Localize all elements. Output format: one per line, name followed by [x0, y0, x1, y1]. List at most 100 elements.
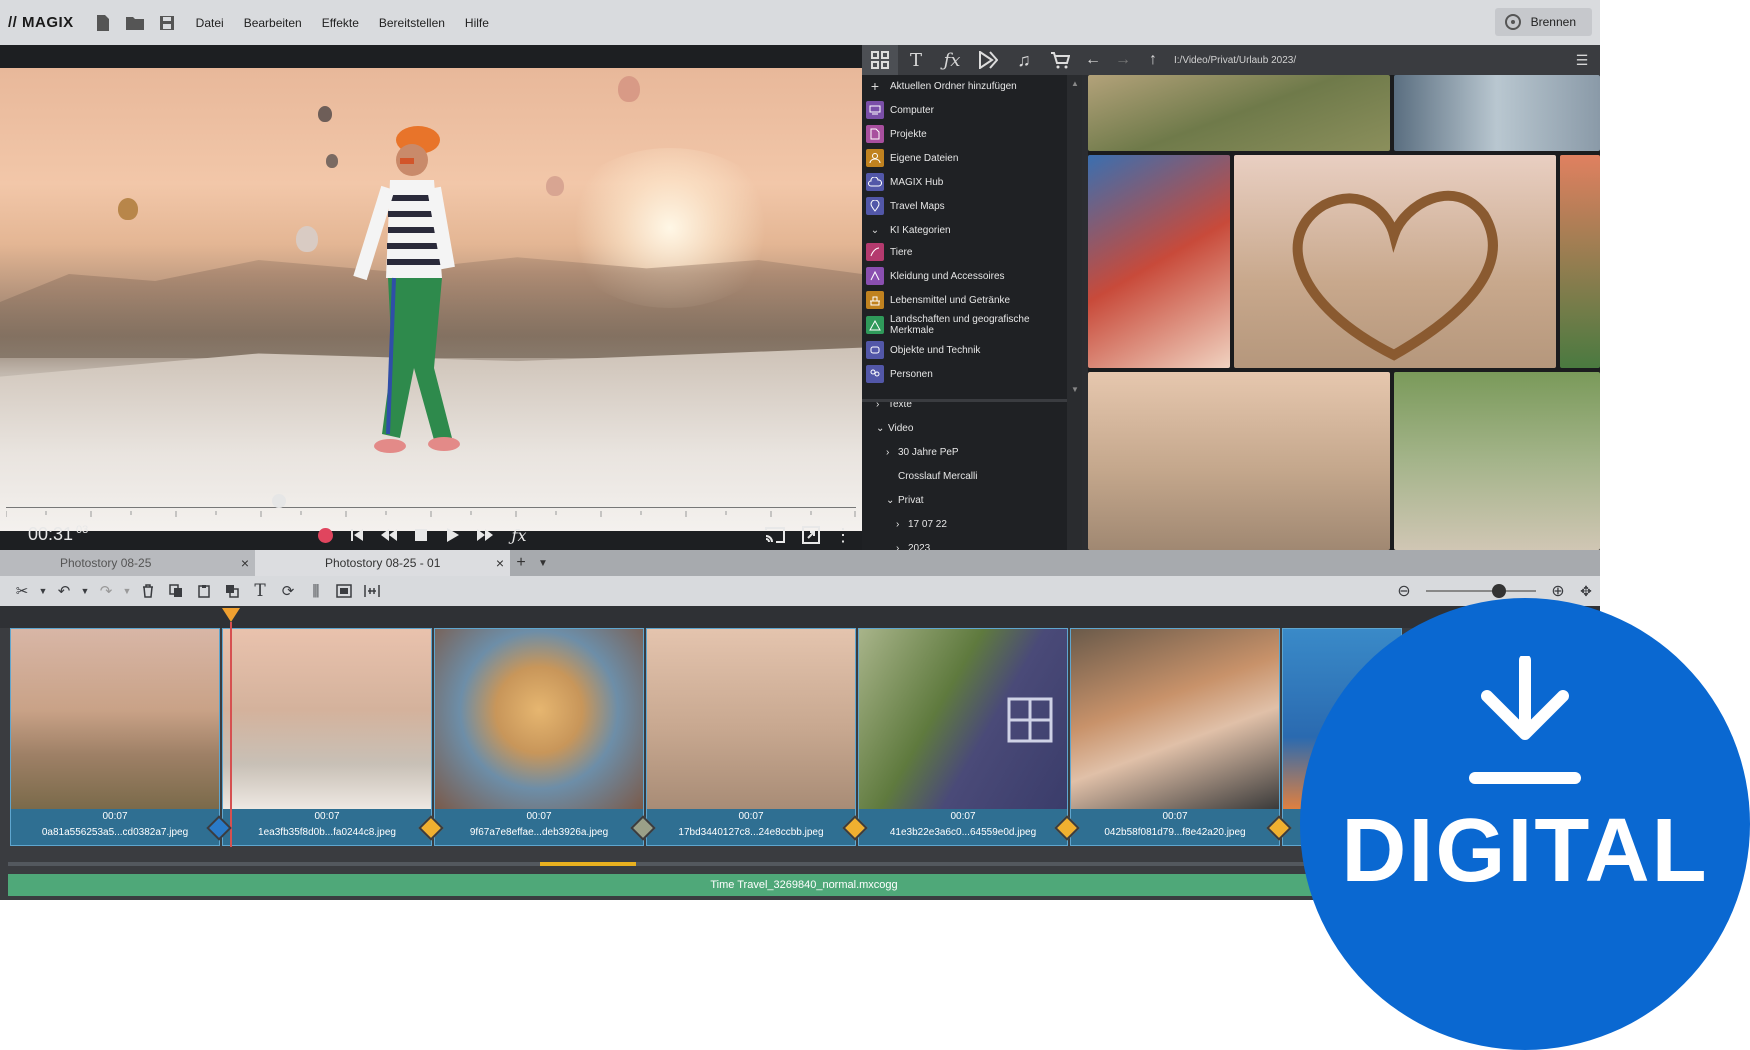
chevron-down-icon[interactable]: ▼ [120, 579, 134, 603]
media-thumb-park[interactable] [1394, 372, 1600, 550]
timeline-clip[interactable]: 00:07 41e3b22e3a6c0...64559e0d.jpeg [858, 628, 1080, 846]
scroll-down-icon[interactable]: ▼ [1071, 385, 1079, 394]
scissors-icon[interactable]: ✂ [8, 579, 36, 603]
tree-item-eigene-dateien[interactable]: Eigene Dateien [862, 147, 1067, 169]
zoom-out-icon[interactable]: ⊖ [1390, 579, 1418, 603]
effects-fx-icon[interactable]: ƒx [508, 524, 530, 546]
close-icon[interactable]: × [496, 555, 504, 571]
tree-item-video[interactable]: ⌄ Video [862, 417, 1067, 439]
forward-arrow-icon[interactable]: → [1108, 45, 1138, 75]
timeline-clip[interactable]: 00:07 042b58f081d79...f8e42a20.jpeg [1070, 628, 1292, 846]
fullscreen-button[interactable] [800, 524, 822, 546]
tree-item-landschaften[interactable]: Landschaften und geografische Merkmale [862, 311, 1067, 339]
tab-photostory-08-25[interactable]: Photostory 08-25 × [0, 550, 255, 576]
timeline-clip[interactable]: 00:07 1ea3fb35f8d0b...fa0244c8.jpeg [222, 628, 444, 846]
duplicate-icon[interactable] [218, 579, 246, 603]
tree-item-texte[interactable]: › Texte [862, 393, 1067, 415]
clip-duration: 00:07 [526, 811, 552, 822]
skip-start-button[interactable] [346, 524, 368, 546]
shop-cart-icon[interactable] [1042, 45, 1078, 75]
tree-item-projekte[interactable]: Projekte [862, 123, 1067, 145]
tree-item-lebensmittel[interactable]: Lebensmittel und Getränke [862, 289, 1067, 311]
menu-effekte[interactable]: Effekte [322, 16, 359, 30]
transition-icon[interactable] [970, 45, 1006, 75]
title-text-icon[interactable]: T [246, 579, 274, 603]
slideshow-icon[interactable] [330, 579, 358, 603]
tree-item-kleidung[interactable]: Kleidung und Accessoires [862, 265, 1067, 287]
tree-scrollbar[interactable]: ▲ ▼ [1067, 75, 1082, 550]
tree-item-crosslauf[interactable]: Crosslauf Mercalli [862, 465, 1067, 487]
playhead-line [230, 622, 232, 847]
split-icon[interactable]: ⫼ [302, 579, 330, 603]
rotate-icon[interactable]: ⟳ [274, 579, 302, 603]
save-icon[interactable] [156, 12, 178, 34]
scroll-up-icon[interactable]: ▲ [1071, 79, 1079, 88]
close-icon[interactable]: × [241, 555, 249, 571]
zoom-slider[interactable] [1426, 584, 1536, 598]
timeline-clip[interactable]: 00:07 0a81a556253a5...cd0382a7.jpeg [10, 628, 232, 846]
redo-icon[interactable]: ↷ [92, 579, 120, 603]
grid-view-icon[interactable] [862, 45, 898, 75]
copy-icon[interactable] [162, 579, 190, 603]
view-options-icon[interactable]: ☰ [1564, 45, 1600, 75]
tree-item-30-jahre-pep[interactable]: › 30 Jahre PeP [862, 441, 1067, 463]
tree-item-travel-maps[interactable]: Travel Maps [862, 195, 1067, 217]
chevron-down-icon[interactable]: ▼ [36, 579, 50, 603]
play-button[interactable] [442, 524, 464, 546]
menu-bereitstellen[interactable]: Bereitstellen [379, 16, 445, 30]
more-options-icon[interactable]: ⋮ [832, 524, 854, 546]
delete-icon[interactable] [134, 579, 162, 603]
tree-item-personen[interactable]: Personen [862, 363, 1067, 385]
burn-button[interactable]: Brennen [1494, 8, 1592, 36]
media-thumb-palm[interactable] [1560, 155, 1600, 368]
tree-item-2023[interactable]: › 2023 [862, 537, 1067, 551]
tree-item-tiere[interactable]: Tiere [862, 241, 1067, 263]
preview-scrub-knob[interactable] [272, 494, 286, 508]
tree-item-privat[interactable]: ⌄ Privat [862, 489, 1067, 511]
media-thumb-hat-woman[interactable] [1088, 155, 1230, 368]
fit-timeline-icon[interactable]: ✥ [1572, 579, 1600, 603]
new-file-icon[interactable] [92, 12, 114, 34]
fx-tool-icon[interactable]: ƒx [934, 45, 970, 75]
cast-button[interactable] [764, 524, 786, 546]
media-thumb-heart[interactable] [1234, 155, 1556, 368]
menu-bearbeiten[interactable]: Bearbeiten [244, 16, 302, 30]
text-tool-icon[interactable]: T [898, 45, 934, 75]
tree-label: Computer [890, 104, 934, 116]
back-arrow-icon[interactable]: ← [1078, 45, 1108, 75]
zoom-knob[interactable] [1492, 584, 1506, 598]
tab-label: Photostory 08-25 - 01 [325, 556, 441, 570]
up-arrow-icon[interactable]: ↑ [1138, 45, 1168, 75]
tree-item-computer[interactable]: Computer [862, 99, 1067, 121]
undo-icon[interactable]: ↶ [50, 579, 78, 603]
fit-icon[interactable] [358, 579, 386, 603]
tab-photostory-08-25-01[interactable]: Photostory 08-25 - 01 × [255, 550, 510, 576]
timeline-clip[interactable]: 00:07 9f67a7e8effae...deb3926a.jpeg [434, 628, 656, 846]
tree-splitter[interactable] [862, 399, 1067, 402]
playhead-marker[interactable] [222, 608, 240, 622]
record-button[interactable] [314, 524, 336, 546]
tree-item-ki-kategorien[interactable]: ⌄ KI Kategorien [862, 219, 1067, 241]
media-thumb-sitting-women[interactable] [1088, 372, 1390, 550]
tree-item-17-07-22[interactable]: › 17 07 22 [862, 513, 1067, 535]
music-icon[interactable]: ♫ [1006, 45, 1042, 75]
tree-item-objekte[interactable]: Objekte und Technik [862, 339, 1067, 361]
timeline-clip[interactable]: 00:07 17bd3440127c8...24e8ccbb.jpeg [646, 628, 868, 846]
menu-hilfe[interactable]: Hilfe [465, 16, 489, 30]
chevron-down-icon[interactable]: ▼ [532, 550, 554, 576]
woman-figure [353, 126, 460, 453]
stop-button[interactable] [410, 524, 432, 546]
fast-forward-button[interactable] [474, 524, 496, 546]
balloon [296, 226, 318, 252]
media-thumb-phone-woman[interactable] [1394, 75, 1600, 151]
open-folder-icon[interactable] [124, 12, 146, 34]
tree-item-magix-hub[interactable]: MAGIX Hub [862, 171, 1067, 193]
add-tab-icon[interactable]: + [510, 550, 532, 576]
paste-icon[interactable] [190, 579, 218, 603]
menu-datei[interactable]: Datei [196, 16, 224, 30]
tree-item-add-folder[interactable]: + Aktuellen Ordner hinzufügen [862, 75, 1067, 97]
media-thumb-mountains[interactable] [1088, 75, 1390, 151]
timeline-ruler[interactable] [0, 606, 1600, 628]
rewind-button[interactable] [378, 524, 400, 546]
chevron-down-icon[interactable]: ▼ [78, 579, 92, 603]
